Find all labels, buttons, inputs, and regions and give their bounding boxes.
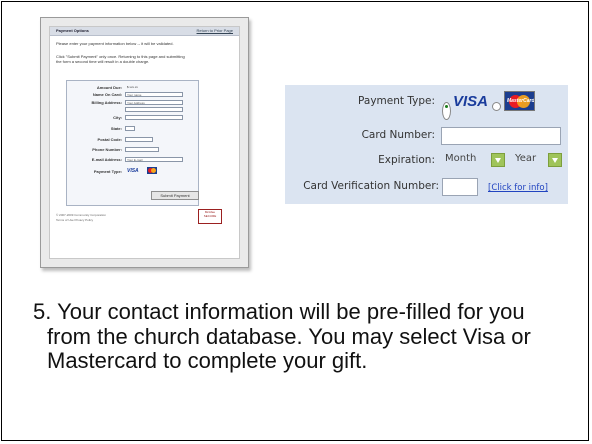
visa-logo: VISA bbox=[453, 93, 489, 110]
name-on-card-input[interactable]: Your name bbox=[125, 92, 183, 97]
thumbnail-footer-1: © 2007-2009 Community Corporation bbox=[56, 213, 106, 217]
year-select[interactable]: Year bbox=[511, 151, 563, 169]
card-number-input[interactable] bbox=[441, 127, 561, 145]
thumbnail-form-box: Amount Due: $ xxx.xx Name On Card: Your … bbox=[66, 80, 199, 206]
card-number-label: Card Number: bbox=[361, 129, 435, 141]
billing-address-label: Billing Address: bbox=[91, 100, 122, 105]
submit-payment-button[interactable]: Submit Payment bbox=[151, 191, 199, 200]
payment-panel: Payment Type: VISA MasterCard Card Numbe… bbox=[285, 85, 568, 204]
phone-number-input[interactable] bbox=[125, 147, 159, 152]
billing-address-input[interactable]: Your Address bbox=[125, 100, 183, 105]
city-label: City: bbox=[113, 115, 122, 120]
year-select-value: Year bbox=[515, 153, 537, 164]
expiration-label: Expiration: bbox=[378, 154, 435, 166]
payment-type-label-small: Payment Type: bbox=[93, 169, 122, 174]
expiration-row: Expiration: Month Year bbox=[285, 151, 568, 173]
mini-visa-logo[interactable]: VISA bbox=[127, 168, 139, 174]
return-link[interactable]: Return to Prior Page bbox=[197, 28, 233, 33]
cvn-row: Card Verification Number: [Click for inf… bbox=[285, 177, 568, 199]
state-label: State: bbox=[110, 126, 122, 131]
payment-type-label: Payment Type: bbox=[358, 95, 435, 107]
postal-code-label: Postal Code: bbox=[97, 137, 122, 142]
mini-mastercard-logo[interactable] bbox=[147, 167, 157, 174]
amount-due-label: Amount Due: bbox=[96, 85, 122, 90]
chevron-down-icon[interactable] bbox=[548, 153, 562, 167]
chevron-down-icon[interactable] bbox=[491, 153, 505, 167]
cvn-input[interactable] bbox=[442, 178, 478, 196]
thumbnail-footer-2: Terms of Use Privacy Policy bbox=[56, 218, 94, 222]
month-select[interactable]: Month bbox=[441, 151, 505, 169]
payment-page-thumbnail: Payment Options Return to Prior Page Ple… bbox=[40, 17, 249, 268]
thumbnail-title: Payment Options bbox=[56, 28, 89, 33]
visa-radio[interactable] bbox=[442, 102, 451, 120]
state-input[interactable] bbox=[125, 126, 135, 131]
mastercard-logo: MasterCard bbox=[504, 91, 535, 111]
thumbnail-intro-3: the form a second time will result in a … bbox=[56, 59, 150, 64]
thumbnail-intro-1: Please enter your payment information be… bbox=[56, 41, 174, 46]
thumbnail-page: Payment Options Return to Prior Page Ple… bbox=[49, 26, 240, 259]
billing-address-line2-input[interactable] bbox=[125, 107, 183, 112]
card-number-row: Card Number: bbox=[285, 126, 568, 148]
email-input[interactable]: Your E-mail bbox=[125, 157, 183, 162]
cvn-label: Card Verification Number: bbox=[303, 180, 439, 192]
thumbnail-header: Payment Options Return to Prior Page bbox=[50, 27, 239, 36]
amount-due-value: $ xxx.xx bbox=[127, 85, 138, 89]
email-label: E-mail Address: bbox=[91, 157, 122, 162]
postal-code-input[interactable] bbox=[125, 137, 153, 142]
payment-type-row: Payment Type: VISA MasterCard bbox=[285, 91, 568, 120]
mastercard-radio[interactable] bbox=[492, 102, 501, 111]
city-input[interactable] bbox=[125, 115, 183, 120]
cvn-info-link[interactable]: [Click for info] bbox=[488, 183, 548, 193]
name-on-card-label: Name On Card: bbox=[92, 92, 122, 97]
caption-text: 5. Your contact information will be pre-… bbox=[33, 299, 531, 373]
phone-number-label: Phone Number: bbox=[92, 147, 122, 152]
mcafee-seal: McAfee SECURE bbox=[198, 209, 222, 224]
month-select-value: Month bbox=[445, 153, 477, 164]
